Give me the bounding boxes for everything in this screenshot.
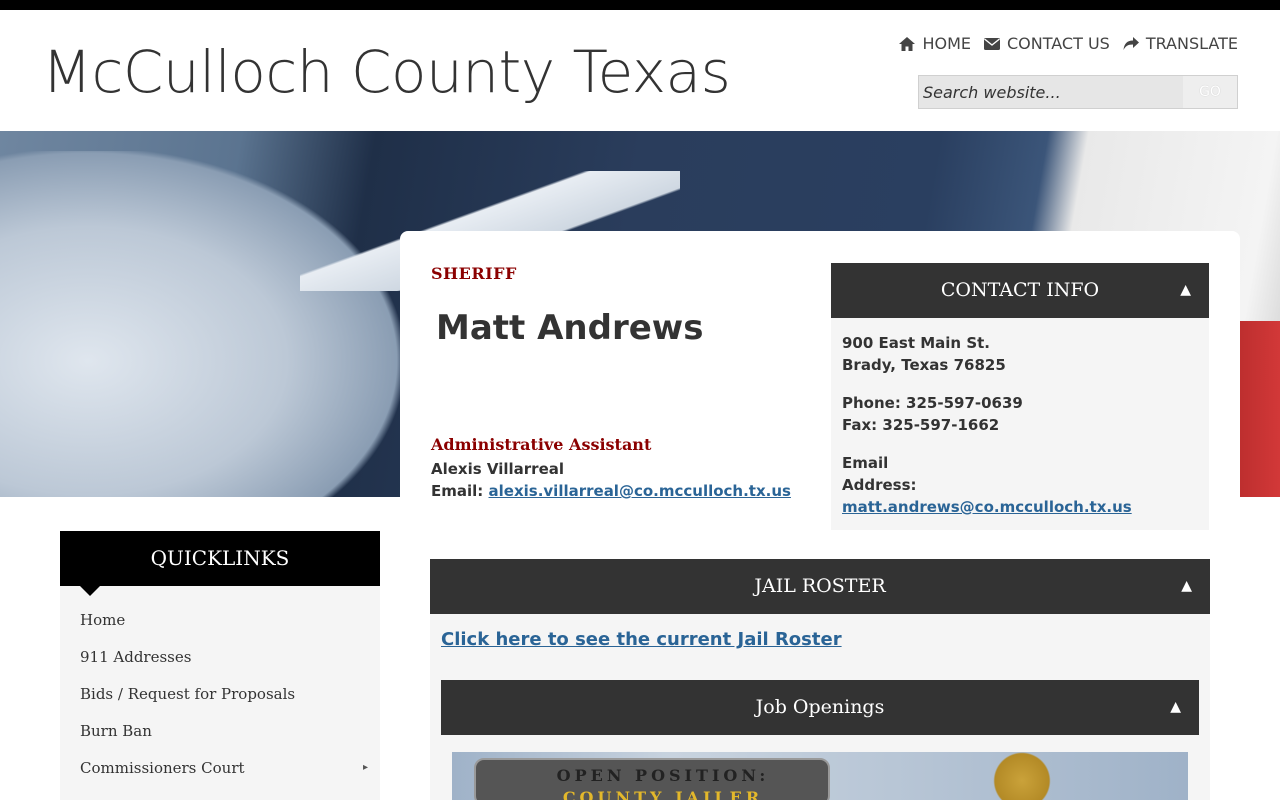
- top-bar: [0, 0, 1280, 10]
- quicklink-label: 911 Addresses: [80, 648, 192, 666]
- job-openings-header[interactable]: Job Openings ▲: [441, 680, 1199, 735]
- collapse-triangle-icon[interactable]: ▲: [1170, 680, 1181, 735]
- nav-contact-us[interactable]: CONTACT US: [983, 34, 1110, 53]
- envelope-icon: [983, 37, 1000, 50]
- site-title[interactable]: McCulloch County Texas: [42, 38, 731, 106]
- job-openings-title: Job Openings: [755, 696, 885, 718]
- assistant-email-label: Email:: [431, 482, 484, 500]
- job-opening-image[interactable]: OPEN POSITION: COUNTY JAILER: [452, 752, 1188, 800]
- jail-roster-header[interactable]: JAIL ROSTER ▲: [430, 559, 1210, 614]
- quicklink-bids[interactable]: Bids / Request for Proposals: [60, 681, 380, 718]
- profile-role: SHERIFF: [431, 264, 517, 283]
- sheriff-badge-icon: [982, 752, 1062, 800]
- job-sign-line-1: OPEN POSITION:: [556, 766, 770, 785]
- jail-roster-panel: JAIL ROSTER ▲ Click here to see the curr…: [430, 559, 1210, 800]
- search-input[interactable]: [919, 76, 1185, 108]
- phone-number: Phone: 325-597-0639: [842, 394, 1023, 412]
- nav-translate[interactable]: TRANSLATE: [1122, 34, 1238, 53]
- contact-info-body: 900 East Main St. Brady, Texas 76825 Pho…: [831, 318, 1209, 548]
- nav-translate-label: TRANSLATE: [1145, 34, 1238, 53]
- job-sign-line-2: COUNTY JAILER: [562, 788, 764, 800]
- collapse-triangle-icon[interactable]: ▲: [1180, 263, 1191, 318]
- quicklink-label: Home: [80, 611, 126, 629]
- quicklink-burn-ban[interactable]: Burn Ban: [60, 718, 380, 755]
- job-openings-panel: Job Openings ▲ OPEN POSITION: COUNTY JAI…: [441, 680, 1199, 800]
- assistant-email-link[interactable]: alexis.villarreal@co.mcculloch.tx.us: [489, 482, 791, 500]
- address-line-1: 900 East Main St.: [842, 334, 990, 352]
- search-box: GO: [918, 75, 1238, 109]
- assistant-email-line: Email: alexis.villarreal@co.mcculloch.tx…: [431, 482, 791, 500]
- quicklink-label: Burn Ban: [80, 722, 152, 740]
- email-label-line-2: Address:: [842, 476, 917, 494]
- profile-name: Matt Andrews: [436, 308, 704, 348]
- assistant-title: Administrative Assistant: [431, 435, 652, 454]
- jail-roster-link[interactable]: Click here to see the current Jail Roste…: [441, 629, 842, 650]
- site-header: McCulloch County Texas HOME CONTACT US T…: [0, 10, 1280, 131]
- home-icon: [899, 36, 916, 51]
- contact-info-title: CONTACT INFO: [940, 279, 1100, 301]
- nav-home[interactable]: HOME: [898, 34, 971, 53]
- collapse-triangle-icon[interactable]: ▲: [1181, 559, 1192, 614]
- address-line-2: Brady, Texas 76825: [842, 356, 1006, 374]
- share-arrow-icon: [1123, 36, 1139, 50]
- job-sign: OPEN POSITION: COUNTY JAILER: [474, 758, 830, 800]
- quicklink-commissioners-court[interactable]: Commissioners Court ▸: [60, 755, 380, 792]
- quicklink-911-addresses[interactable]: 911 Addresses: [60, 644, 380, 681]
- email-label-line-1: Email: [842, 454, 889, 472]
- assistant-name: Alexis Villarreal: [431, 460, 565, 478]
- search-go-button[interactable]: GO: [1183, 76, 1237, 108]
- quicklinks-sidebar: QUICKLINKS Home 911 Addresses Bids / Req…: [60, 531, 380, 800]
- quicklink-label: Commissioners Court: [80, 759, 245, 777]
- quicklinks-header: QUICKLINKS: [60, 531, 380, 596]
- quicklink-label: Bids / Request for Proposals: [80, 685, 296, 703]
- nav-home-label: HOME: [922, 34, 971, 53]
- jail-roster-title: JAIL ROSTER: [754, 575, 886, 597]
- submenu-arrow-icon[interactable]: ▸: [363, 755, 368, 781]
- contact-info-panel: CONTACT INFO ▲ 900 East Main St. Brady, …: [831, 263, 1209, 530]
- sheriff-email-link[interactable]: matt.andrews@co.mcculloch.tx.us: [842, 498, 1132, 516]
- fax-number: Fax: 325-597-1662: [842, 416, 1000, 434]
- contact-info-header[interactable]: CONTACT INFO ▲: [831, 263, 1209, 318]
- top-nav: HOME CONTACT US TRANSLATE: [898, 34, 1238, 53]
- quicklink-home[interactable]: Home: [60, 607, 380, 644]
- quicklinks-list: Home 911 Addresses Bids / Request for Pr…: [60, 586, 380, 792]
- nav-contact-label: CONTACT US: [1006, 34, 1110, 53]
